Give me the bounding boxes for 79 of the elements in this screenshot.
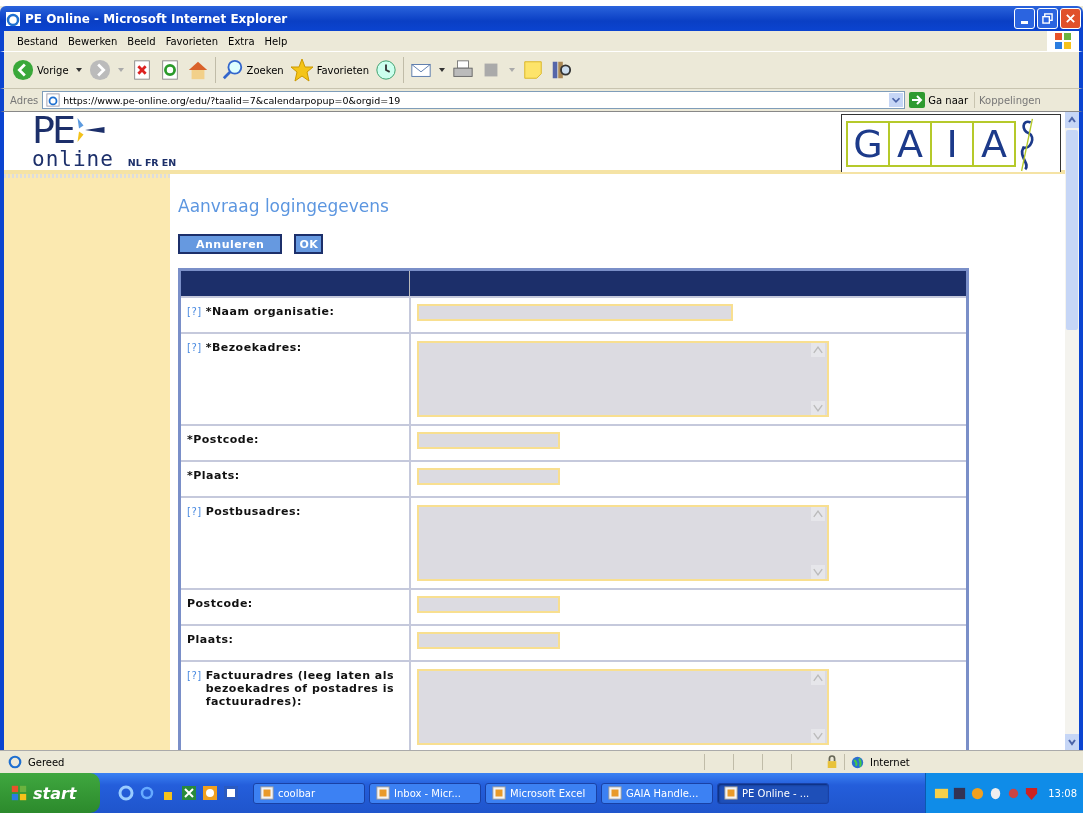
input-field[interactable] [416, 432, 560, 449]
menu-item[interactable]: Bestand [12, 35, 63, 47]
back-button[interactable]: Vorige [12, 59, 69, 81]
taskbar-button[interactable]: GAIA Handle... [601, 782, 713, 804]
status-text: Gereed [28, 756, 66, 768]
search-button[interactable]: Zoeken [221, 59, 284, 81]
help-link[interactable]: [?] [187, 305, 202, 318]
favorites-button[interactable]: Favorieten [289, 58, 370, 82]
research-icon[interactable] [550, 59, 573, 81]
star-icon [289, 58, 314, 82]
arrow-icon [909, 92, 926, 108]
document-icon[interactable] [223, 785, 239, 801]
browser-icon [5, 10, 21, 27]
app-icon [376, 786, 390, 800]
app-icon [724, 786, 738, 800]
dropdown-arrow-icon[interactable] [74, 66, 83, 74]
shield-icon[interactable] [1024, 785, 1040, 801]
app-icon [608, 786, 622, 800]
dropdown-arrow-icon[interactable] [438, 66, 447, 74]
menu-item[interactable]: Help [259, 35, 293, 47]
back-icon [12, 59, 34, 81]
menu-item[interactable]: Favorieten [160, 35, 224, 47]
app-icon [492, 786, 506, 800]
globe-icon [851, 755, 864, 769]
close-icon [1065, 13, 1076, 24]
help-link[interactable]: [?] [187, 669, 202, 708]
input-field[interactable] [416, 632, 560, 649]
security-zone: Internet [870, 756, 911, 768]
input-field[interactable] [416, 596, 560, 613]
taskbar-button[interactable]: coolbar [253, 782, 365, 804]
app-icon [260, 786, 274, 800]
partner-logo: G A I A [841, 114, 1061, 172]
window-title: PE Online - Microsoft Internet Explorer [25, 11, 288, 26]
forward-icon[interactable] [88, 59, 111, 81]
close-button[interactable] [1060, 8, 1081, 29]
minimize-button[interactable] [1014, 8, 1035, 29]
restore-button[interactable] [1037, 8, 1058, 29]
field-label: *Naam organisatie: [205, 305, 335, 318]
language-link[interactable]: NL [127, 157, 142, 168]
help-link[interactable]: [?] [187, 341, 202, 354]
field-label: Postcode: [187, 597, 253, 610]
spreadsheet-icon[interactable] [181, 785, 197, 801]
field-label: *Plaats: [187, 469, 240, 482]
input-field[interactable] [416, 468, 560, 485]
note-icon[interactable] [522, 59, 545, 81]
browser-icon[interactable] [139, 785, 155, 801]
site-logo[interactable]: PE online [32, 112, 114, 170]
address-field[interactable]: https://www.pe-online.org/edu/?taalid=7&calendarpopup=0&orgid=19 [42, 91, 906, 109]
address-label: Adres [10, 94, 39, 106]
links-button[interactable]: Koppelingen [979, 94, 1041, 106]
page-icon [8, 755, 22, 769]
menu-item[interactable]: Bewerken [62, 35, 123, 47]
help-link[interactable]: [?] [187, 505, 202, 518]
page-icon [46, 93, 61, 107]
taskbar-button[interactable]: Microsoft Excel [485, 782, 597, 804]
field-label: Factuuradres (leeg laten als bezoekadres of postadres is factuuradres): [205, 669, 396, 708]
language-link[interactable]: EN [161, 157, 177, 168]
field-label: Postbusadres: [205, 505, 301, 518]
restore-icon [1042, 13, 1053, 24]
field-label: Plaats: [187, 633, 234, 646]
windows-logo-icon [1047, 31, 1079, 51]
tray-icon[interactable] [952, 785, 968, 801]
taskbar-button[interactable]: Inbox - Micr... [369, 782, 481, 804]
search-icon [221, 59, 244, 81]
taskbar-button[interactable]: PE Online - ... [717, 782, 829, 804]
menu-item[interactable]: Extra [223, 35, 260, 47]
page-title: Aanvraag logingegevens [178, 195, 390, 216]
field-label: *Bezoekadres: [205, 341, 302, 354]
field-label: *Postcode: [187, 433, 259, 446]
start-button[interactable]: start [0, 773, 100, 813]
go-button[interactable]: Ga naar [909, 92, 976, 108]
input-field[interactable] [416, 304, 733, 321]
history-icon[interactable] [375, 59, 398, 81]
menu-item[interactable]: Beeld [122, 35, 161, 47]
language-link[interactable]: FR [144, 157, 159, 168]
browser-icon[interactable] [118, 785, 134, 801]
windows-logo-icon [10, 784, 28, 802]
home-icon[interactable] [186, 59, 209, 81]
clock: 13:08 [1048, 787, 1077, 799]
